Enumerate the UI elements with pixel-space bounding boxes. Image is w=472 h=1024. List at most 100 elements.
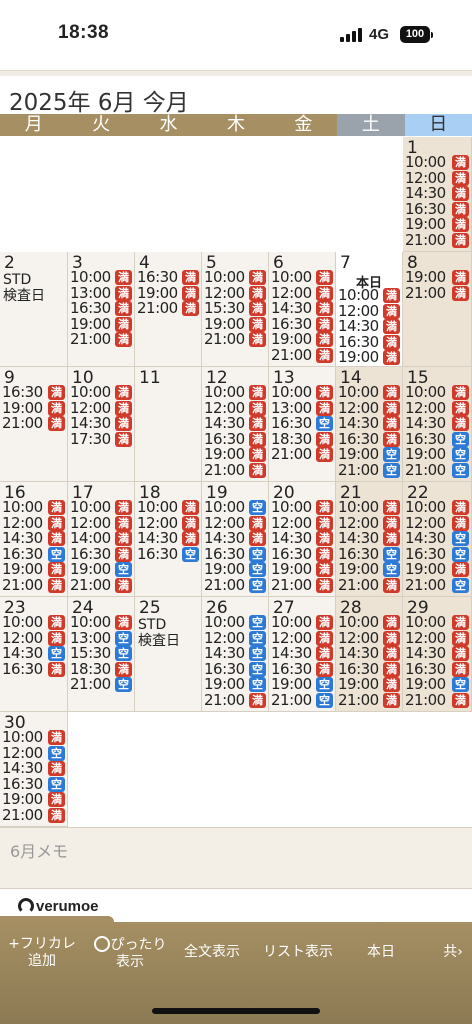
full-badge: 満 xyxy=(249,332,266,348)
calendar-day-22[interactable]: 22 10:00 満 12:00 満 14:30 空 16:30 空 19:00 満 21:00 空 xyxy=(403,482,472,597)
time-slot[interactable]: 19:00 満 xyxy=(338,349,400,366)
time-slot[interactable]: 21:00 満 xyxy=(204,461,266,479)
calendar-day-13[interactable]: 13 10:00 満 13:00 満 16:30 空 18:30 満 21:00 満 xyxy=(269,367,336,482)
calendar-day-16[interactable]: 16 10:00 満 12:00 満 14:30 満 16:30 空 19:00 満 21:00 満 xyxy=(0,482,68,597)
time-slot-list: 10:00 満 12:00 満 14:30 満 16:30 満 19:00 満 21:00 満 xyxy=(204,384,266,479)
time-slot[interactable]: 21:00 満 xyxy=(271,446,333,463)
month-title[interactable]: 2025年 6月 今月 xyxy=(9,83,189,117)
full-badge: 満 xyxy=(48,531,65,547)
time-slot[interactable]: 21:00 空 xyxy=(70,675,132,694)
calendar-day-17[interactable]: 17 10:00 満 12:00 満 14:00 満 16:30 満 19:00 空 21:00 満 xyxy=(68,482,135,597)
calendar-cell-empty xyxy=(68,137,135,252)
time-slot[interactable]: 16:30 満 xyxy=(2,660,65,678)
brand-name: verumoe xyxy=(36,897,99,915)
time-slot[interactable]: 21:00 満 xyxy=(338,691,400,709)
time-slot-list: 10:00 満 12:00 満 14:30 満 16:30 満 19:00 空 21:00 満 xyxy=(405,614,469,709)
calendar-cell-empty xyxy=(269,137,336,252)
slot-time: 21:00 xyxy=(70,575,111,594)
full-badge: 満 xyxy=(383,385,400,400)
calendar-day-4[interactable]: 4 16:30 満 19:00 満 21:00 満 xyxy=(135,252,202,367)
calendar-day-15[interactable]: 15 10:00 満 12:00 満 14:30 満 16:30 空 19:00 空 21:00 空 xyxy=(403,367,472,482)
calendar-day-20[interactable]: 20 10:00 満 12:00 満 14:30 満 16:30 満 19:00 満 21:00 満 xyxy=(269,482,336,597)
slot-time: 21:00 xyxy=(70,675,111,694)
time-slot[interactable]: 21:00 空 xyxy=(405,461,469,479)
time-slot[interactable]: 21:00 満 xyxy=(137,300,199,317)
time-slot[interactable]: 21:00 満 xyxy=(204,690,266,709)
full-badge: 満 xyxy=(452,285,469,301)
calendar-cell-empty xyxy=(135,712,202,827)
open-badge: 空 xyxy=(182,546,199,562)
calendar-day-24[interactable]: 24 10:00 満 13:00 空 15:30 空 18:30 満 21:00 空 xyxy=(68,597,135,712)
calendar-day-5[interactable]: 5 10:00 満 12:00 満 15:30 満 19:00 満 21:00 満 xyxy=(202,252,269,367)
time-slot-list: 10:00 満 12:00 満 14:30 満 16:30 満 19:00 空 21:00 空 xyxy=(338,384,400,479)
list-view-button[interactable]: リスト表示 xyxy=(254,944,342,961)
day-number: 2 xyxy=(4,253,15,273)
time-slot[interactable]: 17:30 満 xyxy=(70,429,132,448)
calendar-day-14[interactable]: 14 10:00 満 12:00 満 14:30 満 16:30 満 19:00 空 21:00 空 xyxy=(336,367,403,482)
full-badge: 満 xyxy=(115,400,132,416)
today-button[interactable]: 本日 xyxy=(356,944,406,961)
time-slot[interactable]: 21:00 空 xyxy=(405,576,469,594)
calendar-day-28[interactable]: 28 10:00 満 12:00 満 14:30 満 16:30 満 19:00 満 21:00 満 xyxy=(336,597,403,712)
calendar-day-6[interactable]: 6 10:00 満 12:00 満 14:30 満 16:30 満 19:00 満 21:00 満 xyxy=(269,252,336,367)
calendar-day-23[interactable]: 23 10:00 満 12:00 満 14:30 空 16:30 満 xyxy=(0,597,68,712)
time-slot[interactable]: 21:00 満 xyxy=(70,331,132,348)
time-slot[interactable]: 21:00 満 xyxy=(70,575,132,594)
calendar-day-18[interactable]: 18 10:00 満 12:00 満 14:30 満 16:30 空 xyxy=(135,482,202,597)
time-slot[interactable]: 21:00 満 xyxy=(271,345,333,364)
fulltext-button[interactable]: 全文表示 xyxy=(176,944,248,961)
slot-time: 21:00 xyxy=(271,345,312,364)
fit-view-button[interactable]: ぴったり 表示 xyxy=(88,936,172,971)
time-slot[interactable]: 16:30 空 xyxy=(137,545,199,563)
calendar-day-10[interactable]: 10 10:00 満 12:00 満 14:30 満 17:30 満 xyxy=(68,367,135,482)
full-badge: 満 xyxy=(383,577,400,593)
time-slot[interactable]: 21:00 満 xyxy=(2,576,65,594)
open-badge: 空 xyxy=(383,562,400,578)
calendar-day-3[interactable]: 3 10:00 満 13:00 満 16:30 満 19:00 満 21:00 満 xyxy=(68,252,135,367)
time-slot[interactable]: 21:00 満 xyxy=(271,576,333,594)
slot-time: 21:00 xyxy=(204,330,245,349)
full-badge: 満 xyxy=(383,303,400,319)
memo-field[interactable]: 6月メモ xyxy=(0,827,472,889)
slot-time: 17:30 xyxy=(70,429,111,448)
full-badge: 満 xyxy=(115,577,132,593)
calendar-day-30[interactable]: 30 10:00 満 12:00 空 14:30 満 16:30 空 19:00 満 21:00 満 xyxy=(0,712,68,827)
time-slot[interactable]: 21:00 空 xyxy=(338,461,400,479)
calendar-day-25[interactable]: 25 STD 検査日 xyxy=(135,597,202,712)
time-slot-list: 10:00 満 12:00 満 14:30 満 16:30 空 19:00 空 21:00 空 xyxy=(405,384,469,479)
open-badge: 空 xyxy=(48,546,65,562)
time-slot[interactable]: 21:00 満 xyxy=(405,284,469,302)
calendar-day-11[interactable]: 11 xyxy=(135,367,202,482)
time-slot[interactable]: 21:00 空 xyxy=(271,690,333,709)
slot-time: 21:00 xyxy=(204,690,245,709)
time-slot[interactable]: 21:00 満 xyxy=(2,806,65,824)
calendar-day-27[interactable]: 27 10:00 満 12:00 満 14:30 満 16:30 満 19:00 空 21:00 空 xyxy=(269,597,336,712)
calendar-day-12[interactable]: 12 10:00 満 12:00 満 14:30 満 16:30 満 19:00 満 21:00 満 xyxy=(202,367,269,482)
calendar-day-8[interactable]: 8 19:00 満 21:00 満 xyxy=(403,252,472,367)
calendar-day-7[interactable]: 7 本日 10:00 満 12:00 満 14:30 満 16:30 満 19:00 満 xyxy=(336,252,403,367)
share-button[interactable]: 共› xyxy=(436,944,470,961)
time-slot[interactable]: 21:00 空 xyxy=(204,576,266,594)
time-slot[interactable]: 21:00 満 xyxy=(405,231,469,249)
open-badge: 空 xyxy=(316,677,333,693)
calendar-day-9[interactable]: 9 16:30 満 19:00 満 21:00 満 xyxy=(0,367,68,482)
time-slot-list: 10:00 空 12:00 満 14:30 満 16:30 空 19:00 空 21:00 空 xyxy=(204,499,266,594)
full-badge: 満 xyxy=(383,646,400,662)
calendar-day-29[interactable]: 29 10:00 満 12:00 満 14:30 満 16:30 満 19:00 空 21:00 満 xyxy=(403,597,472,712)
time-slot[interactable]: 21:00 満 xyxy=(405,691,469,709)
calendar-day-2[interactable]: 2 STD 検査日 xyxy=(0,252,68,367)
time-slot-list: 10:00 満 12:00 満 14:30 満 16:30 満 19:00 空 21:00 空 xyxy=(271,614,333,709)
full-badge: 満 xyxy=(182,285,199,301)
time-slot[interactable]: 21:00 満 xyxy=(338,576,400,594)
open-badge: 空 xyxy=(452,677,469,693)
calendar-day-21[interactable]: 21 10:00 満 12:00 満 14:30 満 16:30 空 19:00 空 21:00 満 xyxy=(336,482,403,597)
home-indicator[interactable] xyxy=(152,1008,320,1014)
calendar-day-1[interactable]: 1 10:00 満 12:00 満 14:30 満 16:30 満 19:00 満 21:00 満 xyxy=(403,137,472,252)
full-badge: 満 xyxy=(383,334,400,350)
time-slot[interactable]: 21:00 満 xyxy=(204,330,266,349)
time-slot[interactable]: 21:00 満 xyxy=(2,415,65,432)
calendar-day-19[interactable]: 19 10:00 空 12:00 満 14:30 満 16:30 空 19:00 空 21:00 空 xyxy=(202,482,269,597)
slot-time: 21:00 xyxy=(271,690,312,709)
calendar-day-26[interactable]: 26 10:00 空 12:00 空 14:30 空 16:30 空 19:00 空 21:00 満 xyxy=(202,597,269,712)
add-furikare-button[interactable]: +フリカレ 追加 xyxy=(4,936,80,970)
